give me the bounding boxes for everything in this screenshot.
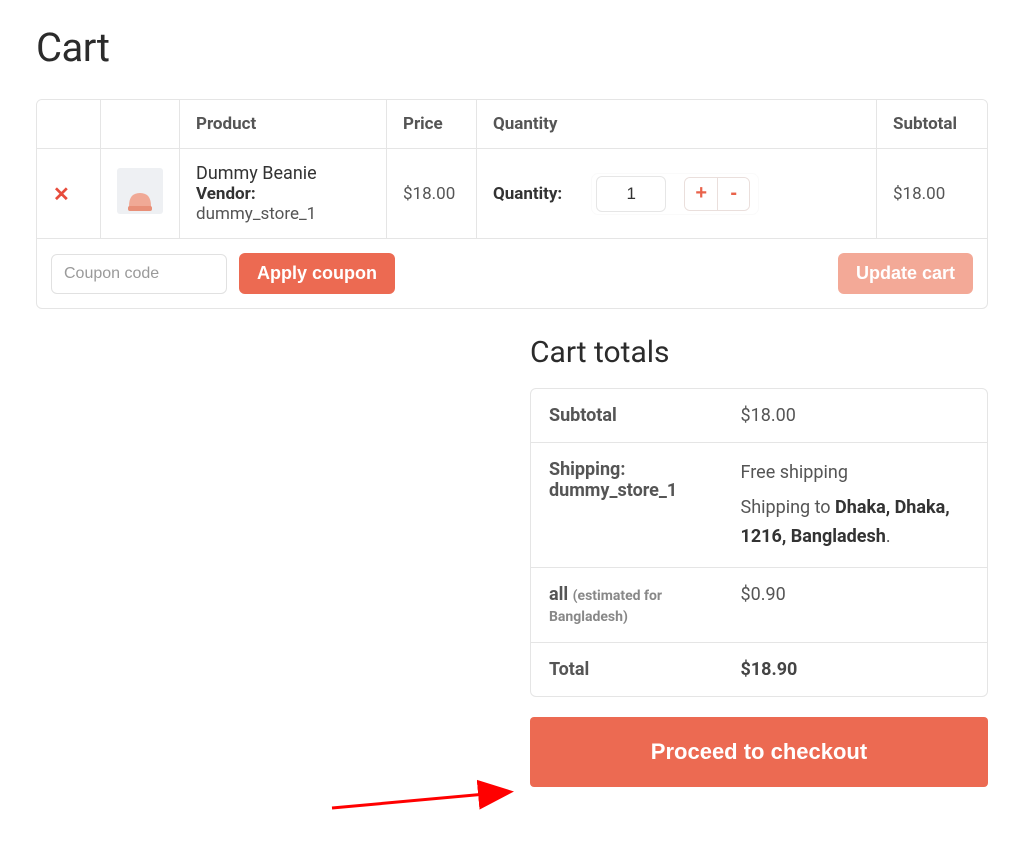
product-vendor-label: Vendor: xyxy=(196,184,256,204)
apply-coupon-button[interactable]: Apply coupon xyxy=(239,253,395,294)
totals-subtotal-value: $18.00 xyxy=(723,389,987,443)
quantity-stepper: + - xyxy=(592,174,758,214)
totals-shipping-label: Shipping: dummy_store_1 xyxy=(549,459,705,501)
col-header-thumb xyxy=(101,100,180,149)
product-price: $18.00 xyxy=(387,149,477,239)
quantity-label: Quantity: xyxy=(493,184,562,204)
page-title: Cart xyxy=(36,24,988,71)
col-header-subtotal: Subtotal xyxy=(877,100,987,149)
col-header-price: Price xyxy=(387,100,477,149)
remove-item-button[interactable]: ✕ xyxy=(53,182,70,206)
totals-tax-label: all xyxy=(549,584,568,605)
totals-total-label: Total xyxy=(531,643,723,696)
quantity-decrease-button[interactable]: - xyxy=(717,178,749,210)
cart-totals-table: Subtotal $18.00 Shipping: dummy_store_1 … xyxy=(530,388,988,697)
product-name[interactable]: Dummy Beanie xyxy=(196,163,370,184)
update-cart-button[interactable]: Update cart xyxy=(838,253,973,294)
cart-totals-title: Cart totals xyxy=(530,335,988,370)
proceed-to-checkout-button[interactable]: Proceed to checkout xyxy=(530,717,988,787)
table-row: ✕ Dummy Beanie Vendor: dummy_store_1 xyxy=(37,149,987,239)
product-thumbnail[interactable] xyxy=(117,168,163,214)
totals-shipping-destination: Shipping to Dhaka, Dhaka, 1216, Banglade… xyxy=(741,494,969,552)
beanie-icon xyxy=(125,184,155,214)
product-subtotal: $18.00 xyxy=(877,149,987,239)
totals-shipping-method: Free shipping xyxy=(741,459,969,488)
totals-subtotal-label: Subtotal xyxy=(531,389,723,443)
product-vendor: dummy_store_1 xyxy=(196,204,316,224)
totals-total-value: $18.90 xyxy=(723,643,987,696)
quantity-input[interactable] xyxy=(596,176,666,212)
cart-table: Product Price Quantity Subtotal ✕ xyxy=(36,99,988,309)
col-header-quantity: Quantity xyxy=(477,100,877,149)
col-header-product: Product xyxy=(180,100,387,149)
quantity-increase-button[interactable]: + xyxy=(685,178,717,210)
coupon-code-input[interactable] xyxy=(51,254,227,294)
totals-tax-value: $0.90 xyxy=(723,568,987,643)
col-header-remove xyxy=(37,100,101,149)
